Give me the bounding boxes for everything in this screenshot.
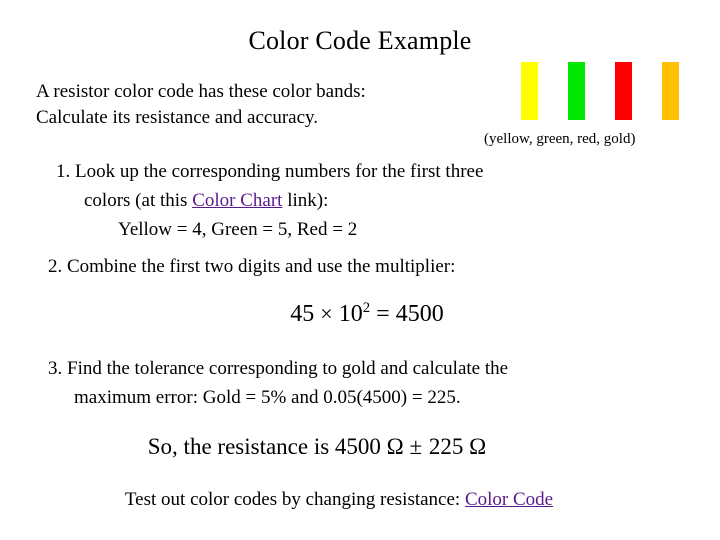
step-1: 1. Look up the corresponding numbers for… bbox=[56, 157, 666, 244]
equation-exponent: 2 bbox=[362, 300, 371, 316]
step-1-line-2: colors (at this Color Chart link): bbox=[56, 186, 666, 215]
color-chart-link[interactable]: Color Chart bbox=[192, 190, 282, 211]
multiplier-equation: 45 × 102 = 4500 bbox=[0, 299, 720, 329]
step-3-line-2: maximum error: Gold = 5% and 0.05(4500) … bbox=[74, 387, 461, 408]
step-1-line-2-prefix: colors (at this bbox=[84, 190, 193, 211]
step-3: 3. Find the tolerance corresponding to g… bbox=[48, 354, 678, 412]
color-band-gold bbox=[662, 62, 679, 120]
color-band-red bbox=[615, 62, 632, 120]
step-3-line-1: 3. Find the tolerance corresponding to g… bbox=[48, 358, 509, 379]
intro-line-2: Calculate its resistance and accuracy. bbox=[36, 107, 319, 128]
equation-result: = 4500 bbox=[376, 301, 444, 327]
result-nominal: So, the resistance is 4500 Ω bbox=[147, 434, 404, 459]
intro-line-1: A resistor color code has these color ba… bbox=[36, 81, 366, 102]
page-title: Color Code Example bbox=[248, 26, 472, 55]
color-code-link[interactable]: Color Code bbox=[465, 489, 553, 510]
multiplication-sign: × bbox=[320, 301, 333, 326]
footer-line: Test out color codes by changing resista… bbox=[0, 487, 720, 513]
color-bands-caption: (yellow, green, red, gold) bbox=[484, 131, 636, 147]
intro-paragraph: A resistor color code has these color ba… bbox=[36, 79, 506, 131]
step-1-line-1: 1. Look up the corresponding numbers for… bbox=[56, 161, 484, 182]
equation-coefficient: 45 bbox=[290, 301, 315, 327]
result-tolerance: 225 Ω bbox=[428, 434, 487, 459]
plus-minus-sign: ± bbox=[409, 434, 424, 459]
resistance-result: So, the resistance is 4500 Ω ± 225 Ω bbox=[0, 432, 720, 462]
resistor-color-bands bbox=[515, 62, 715, 124]
equation-base: 10 bbox=[338, 301, 363, 327]
footer-text: Test out color codes by changing resista… bbox=[124, 489, 465, 510]
step-2: 2. Combine the first two digits and use … bbox=[48, 256, 456, 277]
color-band-yellow bbox=[521, 62, 538, 120]
slide-canvas: Color Code Example A resistor color code… bbox=[0, 0, 720, 540]
step-1-values: Yellow = 4, Green = 5, Red = 2 bbox=[118, 219, 358, 240]
step-1-line-2-suffix: link): bbox=[282, 190, 329, 211]
color-band-green bbox=[568, 62, 585, 120]
